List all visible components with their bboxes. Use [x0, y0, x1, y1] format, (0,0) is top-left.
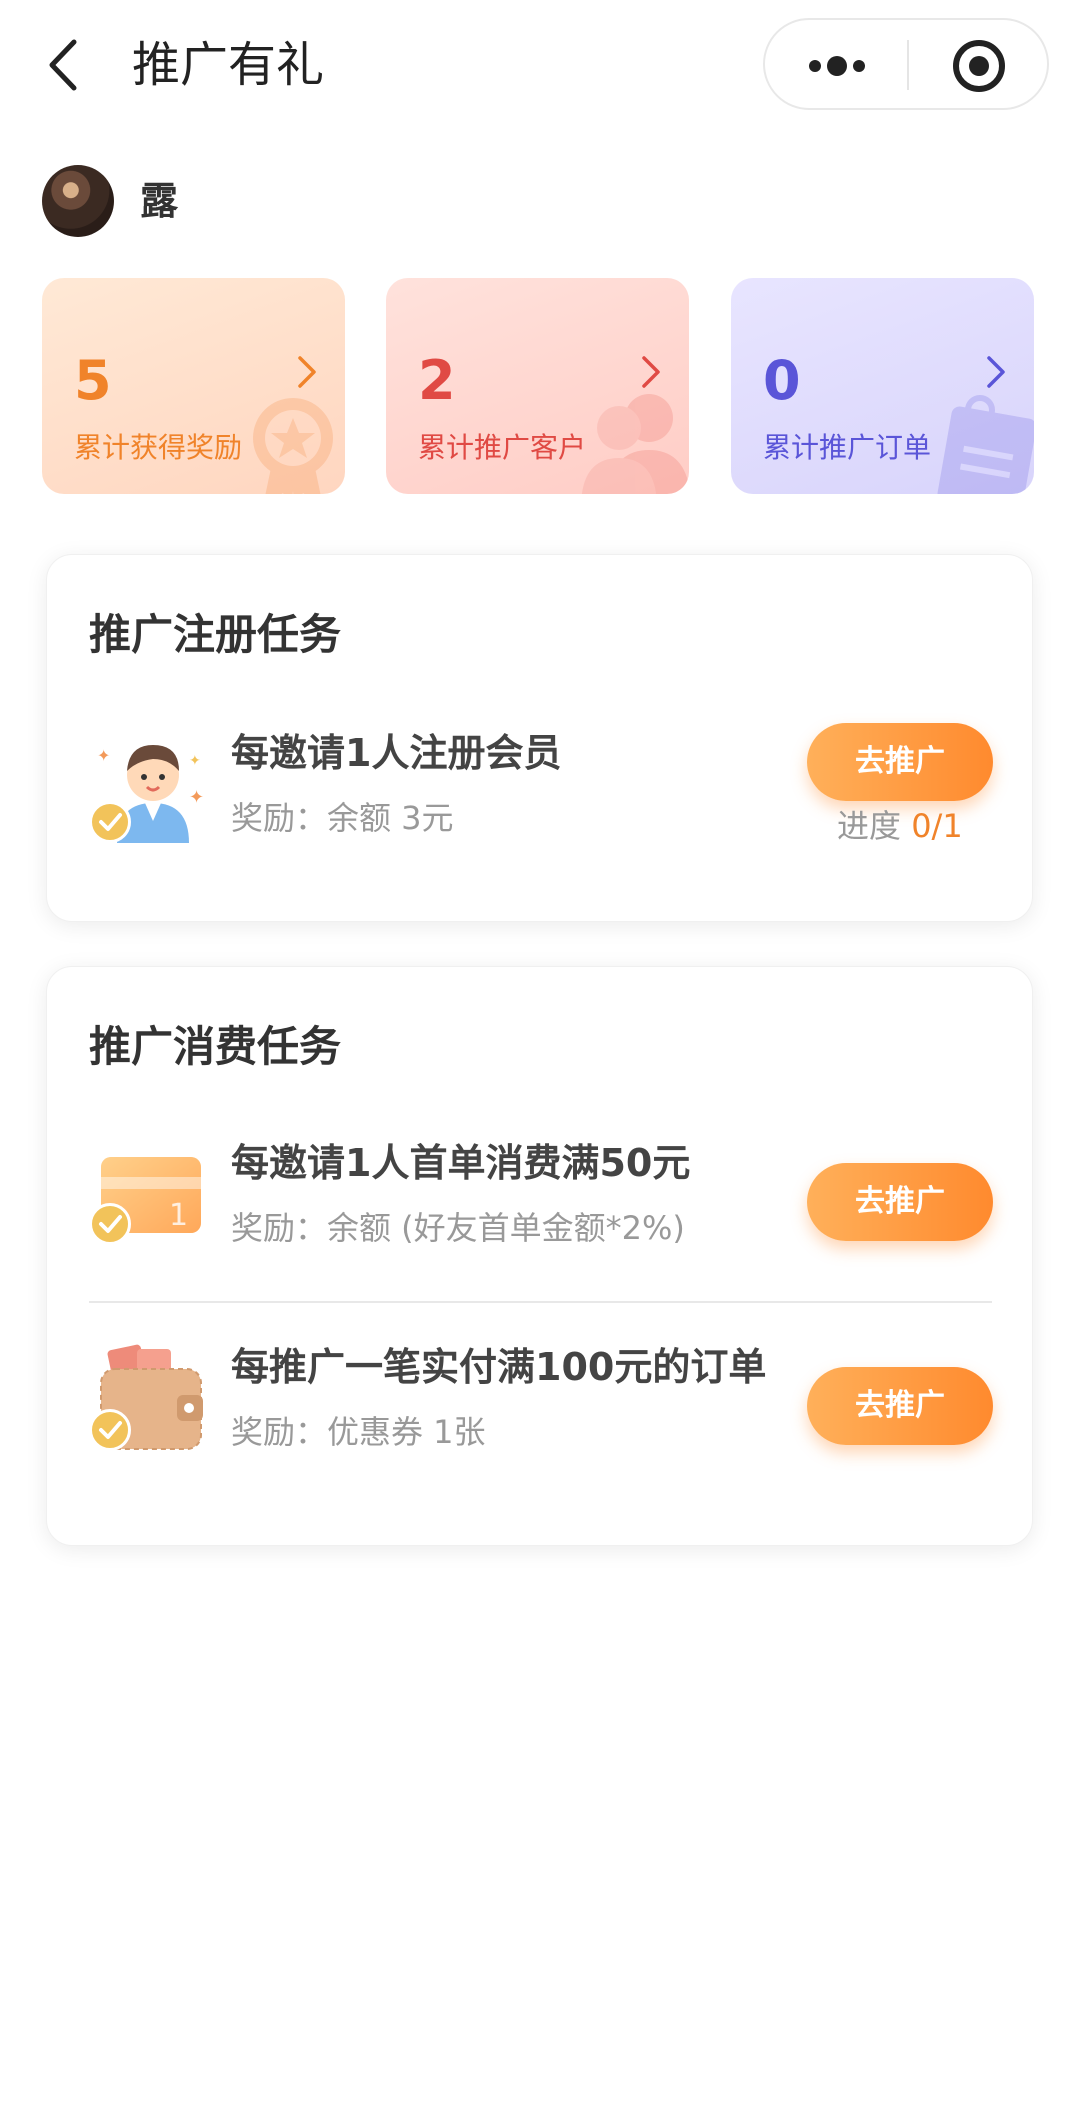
stat-card-orders[interactable]: 0 累计推广订单: [731, 278, 1034, 494]
card-title: 推广注册任务: [89, 610, 342, 659]
stat-card-rewards[interactable]: 5 累计获得奖励: [42, 278, 345, 494]
chevron-left-icon: [49, 39, 77, 91]
chevron-right-icon: [987, 356, 1005, 388]
task-progress: 进度 0/1: [837, 803, 963, 849]
stat-card-customers[interactable]: 2 累计推广客户: [386, 278, 689, 494]
promote-button[interactable]: 去推广: [807, 1163, 993, 1241]
svg-text:✦: ✦: [189, 787, 204, 808]
check-badge-icon: [89, 1409, 131, 1451]
stat-label: 累计推广客户: [418, 431, 587, 464]
mini-program-capsule: [763, 18, 1049, 110]
order-document-icon: [937, 395, 1034, 494]
chevron-right-icon: [642, 356, 660, 388]
user-name: 露: [140, 179, 179, 223]
svg-text:✦: ✦: [189, 753, 201, 769]
divider: [89, 1301, 992, 1303]
task-reward: 奖励：优惠券 1张: [231, 1413, 486, 1451]
task-reward: 奖励：余额 (好友首单金额*2%): [231, 1209, 685, 1247]
progress-value: 0/1: [911, 807, 963, 845]
task-name: 每推广一笔实付满100元的订单: [231, 1345, 767, 1389]
stat-value: 5: [74, 349, 112, 412]
avatar: [42, 165, 114, 237]
stat-value: 2: [418, 349, 456, 412]
promote-button[interactable]: 去推广: [807, 1367, 993, 1445]
more-button[interactable]: [765, 20, 907, 108]
svg-text:1: 1: [169, 1198, 188, 1233]
nav-bar: 推广有礼: [0, 0, 1080, 130]
register-task-card: 推广注册任务 ✦ ✦ ✦ 每邀请1人注册会员 奖励：余额 3元 去推广 进度 0…: [46, 554, 1033, 922]
card-title: 推广消费任务: [89, 1022, 342, 1071]
stat-label: 累计获得奖励: [74, 431, 243, 464]
task-reward: 奖励：余额 3元: [231, 799, 454, 837]
customers-icon: [582, 394, 689, 494]
task-name: 每邀请1人注册会员: [231, 731, 562, 775]
task-name: 每邀请1人首单消费满50元: [231, 1141, 691, 1185]
check-badge-icon: [89, 801, 131, 843]
promote-button[interactable]: 去推广: [807, 723, 993, 801]
svg-text:✦: ✦: [97, 746, 110, 765]
page-title: 推广有礼: [132, 37, 325, 93]
chevron-right-icon: [298, 356, 316, 388]
stat-value: 0: [763, 349, 801, 412]
more-dots-icon: [809, 56, 865, 76]
stat-label: 累计推广订单: [763, 431, 932, 464]
target-icon: [953, 40, 1005, 92]
award-badge-icon: [253, 398, 333, 494]
progress-label: 进度: [837, 807, 912, 845]
close-capsule-button[interactable]: [909, 20, 1047, 108]
back-button[interactable]: [40, 30, 90, 100]
check-badge-icon: [89, 1203, 131, 1245]
consume-task-card: 推广消费任务 1 每邀请1人首单消费满50元 奖励：余额 (好友首单金额*2%)…: [46, 966, 1033, 1546]
